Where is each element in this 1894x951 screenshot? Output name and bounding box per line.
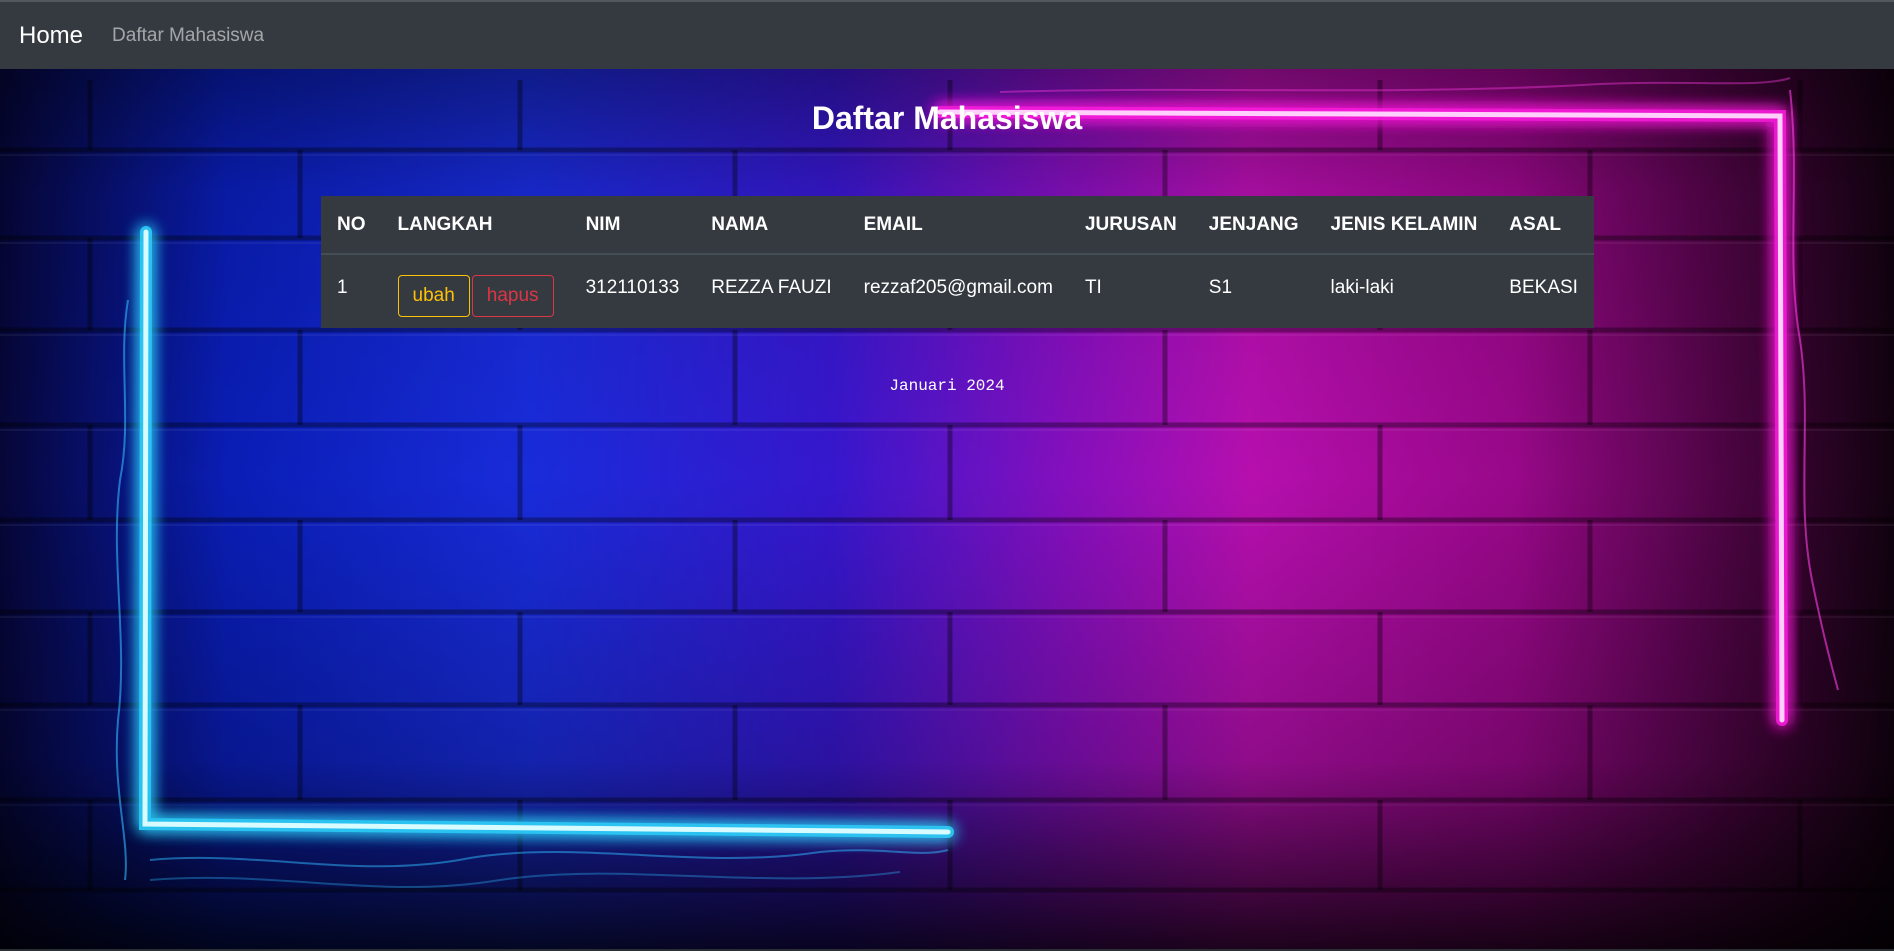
column-header-langkah: LANGKAH	[381, 196, 570, 255]
column-header-jenis-kelamin: JENIS KELAMIN	[1314, 196, 1494, 255]
column-header-asal: ASAL	[1493, 196, 1594, 255]
delete-button[interactable]: hapus	[471, 274, 554, 317]
cell-nama: REZZA FAUZI	[711, 277, 832, 298]
column-header-jurusan: JURUSAN	[1068, 196, 1193, 255]
neon-frame-decoration	[115, 77, 1839, 889]
page-title: Daftar Mahasiswa	[811, 100, 1083, 136]
nav-link-daftar-mahasiswa[interactable]: Daftar Mahasiswa	[112, 25, 264, 47]
cell-email: rezzaf205@gmail.com	[863, 277, 1053, 298]
cell-jurusan: TI	[1084, 277, 1102, 298]
cell-asal: BEKASI	[1509, 277, 1578, 298]
column-header-email: EMAIL	[847, 196, 1069, 255]
student-table: NO LANGKAH NIM NAMA EMAIL JURUSAN JENJAN…	[321, 196, 1594, 328]
home-link[interactable]: Home	[19, 22, 83, 50]
edit-button[interactable]: ubah	[397, 274, 470, 317]
column-header-no: NO	[321, 196, 382, 255]
top-navbar: Home Daftar Mahasiswa	[0, 0, 1894, 69]
cell-nim: 312110133	[585, 277, 680, 298]
footer-date: Januari 2024	[889, 377, 1005, 395]
cell-jenjang: S1	[1208, 277, 1233, 298]
student-table-container: NO LANGKAH NIM NAMA EMAIL JURUSAN JENJAN…	[321, 196, 1594, 328]
cell-langkah: ubah hapus	[382, 254, 570, 328]
table-header-row: NO LANGKAH NIM NAMA EMAIL JURUSAN JENJAN…	[321, 196, 1594, 255]
column-header-nim: NIM	[569, 196, 696, 255]
table-row: 1 ubah hapus 312110133 REZZA FAUZI rezzaf…	[321, 254, 1594, 328]
column-header-nama: NAMA	[695, 196, 848, 255]
cell-no: 1	[337, 277, 348, 298]
column-header-jenjang: JENJANG	[1192, 196, 1315, 255]
cell-jenis-kelamin: laki-laki	[1330, 277, 1394, 298]
